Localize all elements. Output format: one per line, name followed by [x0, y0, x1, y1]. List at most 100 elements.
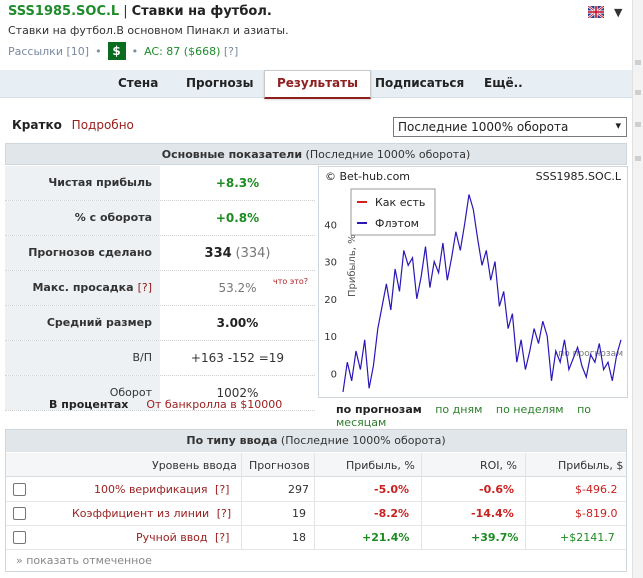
stat-row: % с оборота +0.8%: [5, 201, 315, 236]
scroll-marker: [635, 90, 641, 95]
tab-bar: Стена Прогнозы Результаты Подписаться Ещ…: [0, 70, 632, 99]
panel-header: Основные показатели (Последние 1000% обо…: [5, 143, 627, 165]
legend-label-flat: Флэтом: [375, 217, 419, 230]
row-profit-pct: -5.0%: [374, 483, 410, 496]
what-is-this-link[interactable]: что это?: [273, 277, 308, 286]
col-profit-usd[interactable]: Прибыль, $: [558, 459, 623, 472]
tab-wall[interactable]: Стена: [118, 76, 158, 90]
chart-title: SSS1985.SOC.L: [536, 170, 622, 183]
uk-flag-icon[interactable]: [588, 6, 604, 18]
stat-label: Макс. просадка [?]: [5, 271, 160, 305]
y-tick-label: 0: [331, 369, 337, 380]
scroll-marker: [635, 60, 641, 65]
title-separator: |: [123, 4, 128, 19]
row-checkbox[interactable]: [13, 483, 26, 496]
show-marked-link[interactable]: » показать отмеченное: [16, 554, 152, 567]
stat-value: 334 (334): [160, 236, 315, 270]
stat-label: Средний размер: [5, 306, 160, 340]
col-level[interactable]: Уровень ввода: [152, 459, 237, 472]
tab-subscribe[interactable]: Подписаться: [375, 76, 464, 90]
row-profit-pct: -8.2%: [374, 507, 410, 520]
tab-forecasts[interactable]: Прогнозы: [186, 76, 254, 90]
by-days-link[interactable]: по дням: [435, 403, 482, 416]
row-roi: -14.4%: [471, 507, 514, 520]
stat-value: +8.3%: [215, 176, 260, 190]
stat-label: В/П: [5, 341, 160, 375]
stat-row: В/П +163 -152 =19: [5, 341, 315, 376]
row-count: 297: [288, 483, 309, 496]
period-select-value: Последние 1000% оборота: [398, 120, 569, 134]
view-switch: Кратко Подробно: [12, 118, 134, 132]
help-link[interactable]: [?]: [217, 507, 231, 520]
scroll-marker: [635, 156, 641, 161]
panel-title: Основные показатели: [161, 148, 303, 161]
ac-help-link[interactable]: [?]: [224, 45, 238, 58]
row-profit-pct: +21.4%: [362, 531, 410, 544]
row-roi: +39.7%: [471, 531, 519, 544]
col-count[interactable]: Прогнозов: [249, 459, 310, 472]
help-link[interactable]: [?]: [215, 531, 229, 544]
row-profit-usd: $-819.0: [575, 507, 618, 520]
chevron-down-icon: ▾: [615, 119, 621, 132]
panel-header: По типу ввода (Последние 1000% оборота): [6, 430, 626, 452]
page-subtitle: Ставки на футбол.В основном Пинакл и ази…: [8, 24, 289, 37]
percent-row: В процентах От банкролла в $10000: [49, 398, 282, 411]
stat-label: % с оборота: [5, 201, 160, 235]
level-link[interactable]: 100% верификация: [94, 483, 208, 496]
period-select[interactable]: Последние 1000% оборота ▾: [393, 117, 627, 137]
row-name: Коэффициент из линии [?]: [72, 507, 231, 520]
by-forecasts-link[interactable]: по прогнозам: [336, 403, 422, 416]
mailings-link[interactable]: Рассылки [10]: [8, 45, 89, 58]
chart-svg: © Bet-hub.com SSS1985.SOC.L по прогнозам…: [324, 170, 623, 393]
chart-granularity: по прогнозам по дням по неделям по месяц…: [336, 403, 643, 429]
col-profit-pct[interactable]: Прибыль, %: [346, 459, 415, 472]
view-detail[interactable]: Подробно: [72, 118, 134, 132]
col-roi[interactable]: ROI, %: [480, 459, 517, 472]
vertical-scrollbar[interactable]: [632, 0, 643, 578]
y-tick-label: 40: [324, 220, 337, 231]
dot-separator: •: [95, 44, 102, 58]
chevron-down-icon[interactable]: ▼: [614, 6, 624, 19]
chart-legend: Как есть Флэтом: [350, 188, 436, 236]
panel-title: По типу ввода: [186, 434, 278, 447]
dollar-icon[interactable]: $: [107, 42, 126, 60]
tab-results[interactable]: Результаты: [264, 70, 371, 99]
ac-amount: ($668): [183, 44, 221, 58]
y-tick-label: 10: [324, 332, 337, 343]
forecast-count-total: (334): [235, 246, 271, 261]
ac-label: AC: 87: [144, 44, 181, 58]
row-checkbox[interactable]: [13, 507, 26, 520]
scroll-marker: [635, 122, 641, 127]
level-link[interactable]: Ручной ввод: [136, 531, 208, 544]
forecast-count: 334: [204, 246, 232, 261]
stat-value: +0.8%: [215, 211, 260, 225]
row-profit-usd: +$2141.7: [560, 531, 615, 544]
percent-label[interactable]: В процентах: [49, 398, 128, 411]
row-name: Ручной ввод [?]: [136, 531, 229, 544]
by-weeks-link[interactable]: по неделям: [496, 403, 564, 416]
stat-value: +163 -152 =19: [190, 351, 285, 365]
tab-more[interactable]: Ещё..: [484, 76, 523, 90]
row-count: 18: [292, 531, 306, 544]
meta-row: Рассылки [10] • $ • AC: 87 ($668) [?]: [8, 42, 238, 60]
row-roi: -0.6%: [479, 483, 515, 496]
panel-period: (Последние 1000% оборота): [305, 148, 471, 161]
y-axis: 0 10 20 30 40: [324, 220, 337, 380]
dot-separator: •: [131, 44, 139, 58]
stat-row: Прогнозов сделано 334 (334): [5, 236, 315, 271]
title-row: SSS1985.SOC.L | Ставки на футбол.: [8, 4, 272, 19]
help-link[interactable]: [?]: [215, 483, 229, 496]
y-tick-label: 30: [324, 258, 337, 269]
stat-value: 3.00%: [216, 316, 259, 330]
stat-label: Прогнозов сделано: [5, 236, 160, 270]
tipster-name[interactable]: SSS1985.SOC.L: [8, 4, 119, 19]
row-checkbox[interactable]: [13, 531, 26, 544]
legend-label-as-is: Как есть: [375, 196, 425, 209]
y-tick-label: 20: [324, 295, 337, 306]
help-link[interactable]: [?]: [138, 281, 152, 294]
bankroll-link[interactable]: От банкролла в $10000: [146, 398, 282, 411]
level-link[interactable]: Коэффициент из линии: [72, 507, 209, 520]
stat-label-text: Макс. просадка: [32, 281, 134, 294]
panel-period: (Последние 1000% оборота): [280, 434, 446, 447]
view-brief[interactable]: Кратко: [12, 118, 62, 132]
